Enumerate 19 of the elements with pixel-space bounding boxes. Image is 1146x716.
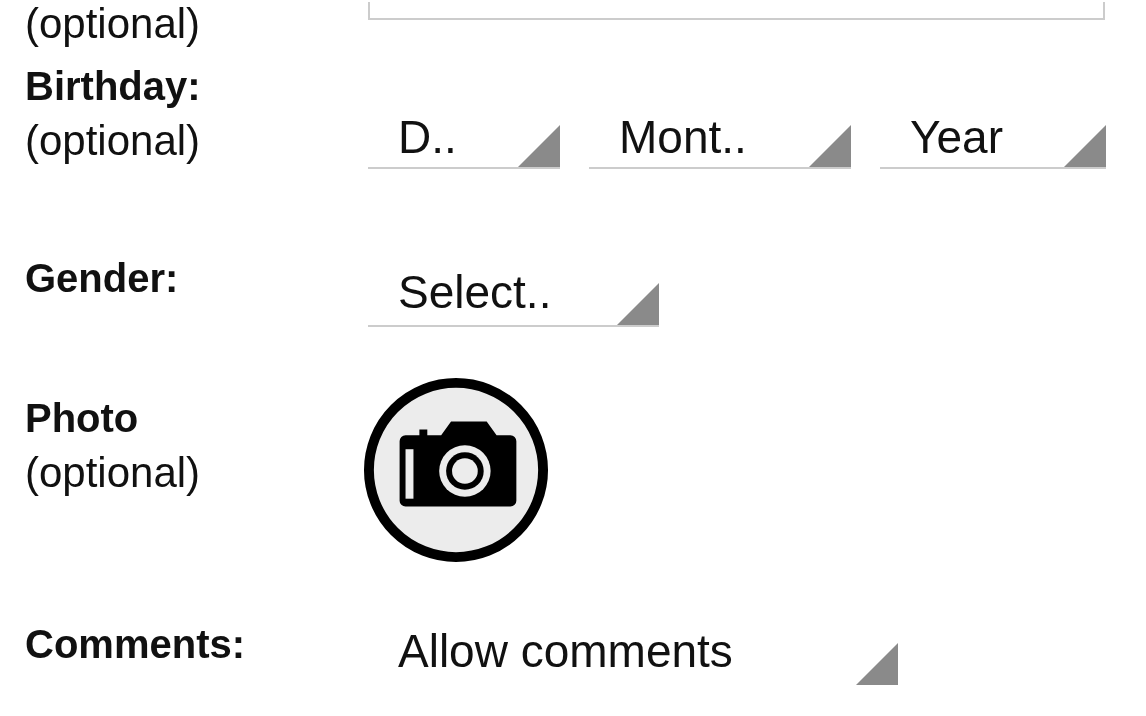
text-field[interactable] bbox=[368, 2, 1105, 20]
field-label: Birthday: bbox=[25, 63, 202, 110]
dropdown-corner-icon bbox=[809, 125, 851, 167]
field-label: Comments: bbox=[25, 621, 247, 668]
field-label: Gender: bbox=[25, 255, 180, 302]
field-label: Photo bbox=[25, 395, 140, 442]
dropdown[interactable]: Select.. bbox=[368, 254, 659, 327]
dropdown[interactable]: Year bbox=[880, 106, 1106, 169]
optional-note: (optional) bbox=[25, 448, 202, 498]
dropdown[interactable]: D.. bbox=[368, 106, 560, 169]
dropdown-corner-icon bbox=[617, 283, 659, 325]
camera-button-icon[interactable] bbox=[362, 376, 550, 564]
dropdown[interactable]: Allow comments bbox=[368, 612, 898, 685]
dropdown-corner-icon bbox=[1064, 125, 1106, 167]
dropdown-corner-icon bbox=[856, 643, 898, 685]
optional-note: (optional) bbox=[25, 0, 202, 48]
dropdown[interactable]: Mont.. bbox=[589, 106, 851, 169]
dropdown-corner-icon bbox=[518, 125, 560, 167]
optional-note: (optional) bbox=[25, 116, 202, 166]
